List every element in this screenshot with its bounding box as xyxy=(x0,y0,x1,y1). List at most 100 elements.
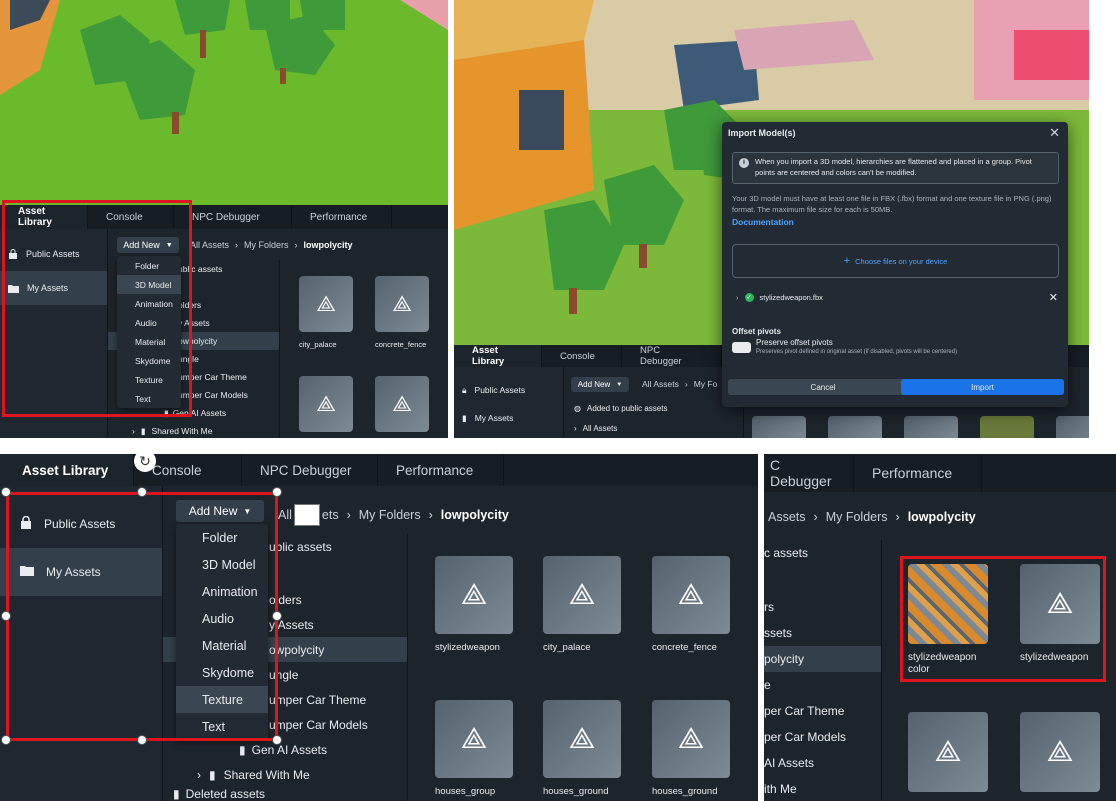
asset-card[interactable]: ⟁ xyxy=(299,376,353,432)
format-icon[interactable] xyxy=(293,504,320,526)
asset-thumbnail[interactable] xyxy=(1056,416,1089,438)
tab-console[interactable]: Console xyxy=(88,205,174,229)
dialog-title: Import Model(s) xyxy=(728,128,796,138)
resize-handle[interactable] xyxy=(272,487,282,497)
import-button[interactable]: Import xyxy=(901,379,1064,395)
menu-item-folder[interactable]: Folder xyxy=(176,524,268,551)
menu-item-folder[interactable]: Folder xyxy=(117,256,181,275)
tab-npc-debugger[interactable]: NPC Debugger xyxy=(174,205,292,229)
breadcrumb-all-assets[interactable]: Assets xyxy=(768,510,806,524)
sidebar-item-public-assets[interactable]: Public Assets xyxy=(0,500,162,548)
asset-card[interactable]: ⟁ xyxy=(908,712,988,792)
menu-item-skydome[interactable]: Skydome xyxy=(176,659,268,686)
tree-item[interactable]: ◍ Added to public assets xyxy=(564,398,743,418)
menu-item-audio[interactable]: Audio xyxy=(176,605,268,632)
tree-item[interactable]: c assets xyxy=(764,540,881,566)
tree-item[interactable]: ssets xyxy=(764,620,881,646)
tree-item[interactable]: per Car Theme xyxy=(764,698,881,724)
tree-item[interactable]: › All Assets xyxy=(564,418,743,438)
menu-item-texture[interactable]: Texture xyxy=(117,370,181,389)
asset-thumbnail: ⟁ xyxy=(1020,564,1100,644)
asset-card[interactable]: ⟁ houses_ground xyxy=(652,700,730,797)
menu-item-3d-model[interactable]: 3D Model xyxy=(117,275,181,294)
menu-item-audio[interactable]: Audio xyxy=(117,313,181,332)
tree-item[interactable]: AI Assets xyxy=(764,750,881,776)
asset-card[interactable]: ⟁ houses_ground xyxy=(543,700,621,797)
tree-item[interactable]: › ▮ Shared With Me xyxy=(108,422,279,438)
chevron-right-icon[interactable]: › xyxy=(736,293,739,302)
menu-item-material[interactable]: Material xyxy=(117,332,181,351)
sidebar-item-my-assets[interactable]: My Assets xyxy=(0,271,107,305)
resize-handle[interactable] xyxy=(272,611,282,621)
menu-item-text[interactable]: Text xyxy=(117,389,181,408)
tree-item[interactable]: ith Me xyxy=(764,776,881,801)
tree-item[interactable]: › ▮ Shared With Me xyxy=(163,762,407,787)
menu-item-3d-model[interactable]: 3D Model xyxy=(176,551,268,578)
breadcrumb-all-assets[interactable]: All xyxy=(278,508,292,522)
resize-handle[interactable] xyxy=(1,735,11,745)
tab-npc-debugger[interactable]: NPC Debugger xyxy=(242,454,378,486)
resize-handle[interactable] xyxy=(1,487,11,497)
asset-thumbnail[interactable] xyxy=(904,416,958,438)
sidebar-item-my-assets[interactable]: My Assets xyxy=(0,548,162,596)
offset-pivots-toggle[interactable] xyxy=(732,342,751,353)
menu-item-animation[interactable]: Animation xyxy=(117,294,181,313)
asset-thumbnail[interactable] xyxy=(752,416,806,438)
asset-card[interactable]: ⟁ city_palace xyxy=(299,276,353,349)
asset-card[interactable]: ⟁ stylizedweapon xyxy=(435,556,513,653)
breadcrumb-my-folders[interactable]: My Folders xyxy=(826,510,888,524)
tab-performance[interactable]: Performance xyxy=(378,454,504,486)
choose-files-button[interactable]: + Choose files on your device xyxy=(732,244,1059,278)
asset-thumbnail[interactable] xyxy=(828,416,882,438)
remove-file-icon[interactable]: ✕ xyxy=(1049,291,1058,304)
documentation-link[interactable]: Documentation xyxy=(732,217,794,227)
asset-card[interactable]: ⟁ concrete_fence xyxy=(652,556,730,653)
asset-card[interactable]: ⟁ xyxy=(1020,712,1100,792)
menu-item-material[interactable]: Material xyxy=(176,632,268,659)
tab-npc-debugger[interactable]: NPC Debugger xyxy=(622,345,722,367)
resize-handle[interactable] xyxy=(137,487,147,497)
asset-card[interactable]: ⟁ concrete_fence xyxy=(375,276,429,349)
breadcrumb-all-assets[interactable]: All Assets xyxy=(642,379,679,389)
tree-item[interactable]: per Car Models xyxy=(764,724,881,750)
tab-npc-debugger[interactable]: C Debugger xyxy=(764,454,854,492)
menu-item-skydome[interactable]: Skydome xyxy=(117,351,181,370)
tree-item[interactable]: ▮ Deleted assets xyxy=(163,787,407,801)
breadcrumb-my-folders[interactable]: My Fo xyxy=(694,379,718,389)
menu-item-animation[interactable]: Animation xyxy=(176,578,268,605)
asset-card[interactable]: stylizedweapon color xyxy=(908,564,990,676)
breadcrumb-my-folders[interactable]: My Folders xyxy=(244,240,289,250)
tab-asset-library[interactable]: Asset Library xyxy=(0,205,88,229)
tab-asset-library[interactable]: Asset Library xyxy=(454,345,542,367)
asset-thumbnail: ⟁ xyxy=(543,556,621,634)
sidebar-item-public-assets[interactable]: Public Assets xyxy=(0,237,107,271)
close-icon[interactable]: ✕ xyxy=(1049,125,1060,141)
resize-handle[interactable] xyxy=(272,735,282,745)
tab-asset-library[interactable]: Asset Library xyxy=(0,454,134,486)
resize-handle[interactable] xyxy=(1,611,11,621)
game-viewport-1[interactable] xyxy=(0,0,448,205)
sidebar-item-public-assets[interactable]: 🔒︎ Public Assets xyxy=(454,375,563,405)
cancel-button[interactable]: Cancel xyxy=(728,379,918,395)
tree-item[interactable]: e xyxy=(764,672,881,698)
asset-thumbnail[interactable] xyxy=(980,416,1034,438)
tab-console[interactable]: Console xyxy=(542,345,622,367)
asset-card[interactable]: ⟁ stylizedweapon xyxy=(1020,564,1100,663)
tree-item[interactable]: rs xyxy=(764,594,881,620)
resize-handle[interactable] xyxy=(137,735,147,745)
add-new-button[interactable]: Add New ▼ xyxy=(571,377,629,392)
breadcrumb-my-folders[interactable]: My Folders xyxy=(359,508,421,522)
tab-performance[interactable]: Performance xyxy=(854,454,982,492)
sidebar-item-my-assets[interactable]: ▮ My Assets xyxy=(454,405,563,431)
asset-card[interactable]: ⟁ city_palace xyxy=(543,556,621,653)
tree-item[interactable]: ▮ Gen AI Assets xyxy=(163,737,407,762)
tab-performance[interactable]: Performance xyxy=(292,205,392,229)
asset-card[interactable]: ⟁ houses_group xyxy=(435,700,513,797)
add-new-button[interactable]: Add New ▼ xyxy=(176,500,264,522)
breadcrumb-all-assets[interactable]: All Assets xyxy=(190,240,229,250)
menu-item-text[interactable]: Text xyxy=(176,713,268,740)
add-new-button[interactable]: Add New ▼ xyxy=(117,237,179,253)
asset-card[interactable]: ⟁ xyxy=(375,376,429,432)
menu-item-texture[interactable]: Texture xyxy=(176,686,268,713)
tree-item-lowpolycity[interactable]: polycity xyxy=(764,646,881,672)
